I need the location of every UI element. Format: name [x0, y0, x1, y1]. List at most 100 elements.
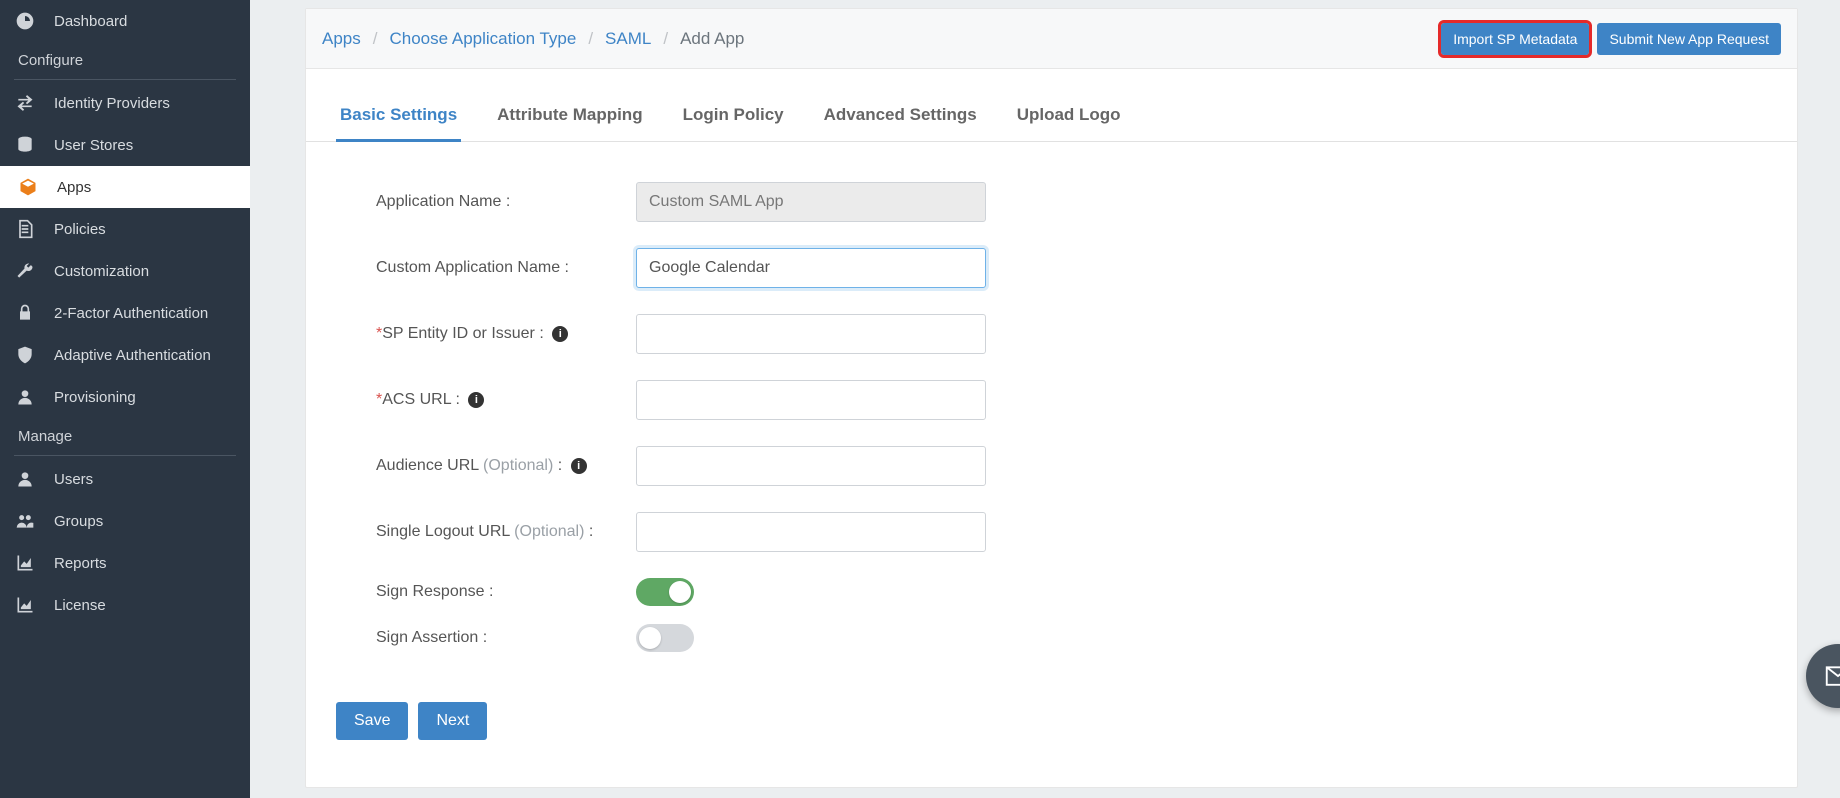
chat-fab[interactable] [1806, 644, 1840, 708]
next-button[interactable]: Next [418, 702, 487, 740]
row-acs-url: *ACS URL : i [336, 380, 1767, 420]
tab-upload-logo[interactable]: Upload Logo [1013, 95, 1125, 142]
label-sp-entity: *SP Entity ID or Issuer : i [336, 325, 636, 343]
header-actions: Import SP Metadata Submit New App Reques… [1441, 23, 1781, 55]
label-text-b: : [584, 523, 593, 540]
sidebar-item-adaptive-auth[interactable]: Adaptive Authentication [0, 334, 250, 376]
tab-basic-settings[interactable]: Basic Settings [336, 95, 461, 142]
breadcrumb: Apps / Choose Application Type / SAML / … [322, 29, 744, 49]
toggle-sign-assertion[interactable] [636, 624, 694, 652]
sidebar-item-provisioning[interactable]: Provisioning [0, 376, 250, 418]
breadcrumb-choose-type[interactable]: Choose Application Type [389, 29, 576, 49]
sidebar-item-apps[interactable]: Apps [0, 166, 250, 208]
tab-attribute-mapping[interactable]: Attribute Mapping [493, 95, 646, 142]
sidebar-item-label: User Stores [54, 137, 133, 154]
sidebar-item-label: Apps [57, 179, 91, 196]
sidebar-item-customization[interactable]: Customization [0, 250, 250, 292]
lock-icon [14, 302, 36, 324]
optional-marker: (Optional) [514, 523, 584, 540]
sidebar-item-label: Adaptive Authentication [54, 347, 211, 364]
label-text-b: : [553, 457, 562, 474]
form: Application Name : Custom Application Na… [306, 142, 1797, 698]
sidebar-section-manage: Manage [0, 418, 250, 453]
input-acs-url[interactable] [636, 380, 986, 420]
row-sign-response: Sign Response : [336, 578, 1767, 606]
database-icon [14, 134, 36, 156]
divider [14, 79, 236, 80]
sidebar-item-label: Reports [54, 555, 107, 572]
sidebar-section-configure: Configure [0, 42, 250, 77]
label-application-name: Application Name : [336, 193, 636, 211]
panel: Apps / Choose Application Type / SAML / … [305, 8, 1798, 788]
breadcrumb-sep: / [588, 29, 593, 49]
label-text-a: Single Logout URL [376, 523, 514, 540]
sidebar-item-users[interactable]: Users [0, 458, 250, 500]
row-sign-assertion: Sign Assertion : [336, 624, 1767, 652]
breadcrumb-current: Add App [680, 29, 744, 49]
label-acs-url: *ACS URL : i [336, 391, 636, 409]
tab-login-policy[interactable]: Login Policy [679, 95, 788, 142]
breadcrumb-saml[interactable]: SAML [605, 29, 651, 49]
save-button[interactable]: Save [336, 702, 408, 740]
toggle-knob [639, 627, 661, 649]
main: Apps / Choose Application Type / SAML / … [250, 0, 1840, 798]
input-audience-url[interactable] [636, 446, 986, 486]
swap-icon [14, 92, 36, 114]
label-audience-url: Audience URL (Optional) : i [336, 457, 636, 475]
panel-header: Apps / Choose Application Type / SAML / … [306, 9, 1797, 69]
sidebar-item-label: Dashboard [54, 13, 127, 30]
row-custom-app-name: Custom Application Name : [336, 248, 1767, 288]
sidebar-item-policies[interactable]: Policies [0, 208, 250, 250]
submit-new-app-button[interactable]: Submit New App Request [1597, 23, 1781, 55]
chart-icon [14, 552, 36, 574]
sidebar-item-label: Customization [54, 263, 149, 280]
box-icon [17, 176, 39, 198]
sidebar: Dashboard Configure Identity Providers U… [0, 0, 250, 798]
tabs: Basic Settings Attribute Mapping Login P… [306, 69, 1797, 142]
sidebar-item-license[interactable]: License [0, 584, 250, 626]
label-slo-url: Single Logout URL (Optional) : [336, 523, 636, 541]
sidebar-item-label: License [54, 597, 106, 614]
breadcrumb-sep: / [373, 29, 378, 49]
row-audience-url: Audience URL (Optional) : i [336, 446, 1767, 486]
user-icon [14, 386, 36, 408]
info-icon[interactable]: i [571, 458, 587, 474]
row-slo-url: Single Logout URL (Optional) : [336, 512, 1767, 552]
wrench-icon [14, 260, 36, 282]
info-icon[interactable]: i [468, 392, 484, 408]
sidebar-item-groups[interactable]: Groups [0, 500, 250, 542]
breadcrumb-apps[interactable]: Apps [322, 29, 361, 49]
toggle-knob [669, 581, 691, 603]
chart-icon [14, 594, 36, 616]
sidebar-item-label: Identity Providers [54, 95, 170, 112]
document-icon [14, 218, 36, 240]
sidebar-item-label: Provisioning [54, 389, 136, 406]
toggle-sign-response[interactable] [636, 578, 694, 606]
shield-icon [14, 344, 36, 366]
sidebar-item-reports[interactable]: Reports [0, 542, 250, 584]
label-text: ACS URL : [382, 391, 460, 408]
sidebar-item-user-stores[interactable]: User Stores [0, 124, 250, 166]
form-actions: Save Next [306, 698, 1797, 744]
label-text: SP Entity ID or Issuer : [382, 325, 544, 342]
info-icon[interactable]: i [552, 326, 568, 342]
users-icon [14, 510, 36, 532]
input-slo-url[interactable] [636, 512, 986, 552]
divider [14, 455, 236, 456]
optional-marker: (Optional) [483, 457, 553, 474]
import-sp-metadata-button[interactable]: Import SP Metadata [1441, 23, 1589, 55]
sidebar-item-2fa[interactable]: 2-Factor Authentication [0, 292, 250, 334]
tab-advanced-settings[interactable]: Advanced Settings [820, 95, 981, 142]
row-application-name: Application Name : [336, 182, 1767, 222]
label-sign-assertion: Sign Assertion : [336, 629, 636, 647]
input-application-name [636, 182, 986, 222]
sidebar-item-label: Policies [54, 221, 106, 238]
input-custom-app-name[interactable] [636, 248, 986, 288]
input-sp-entity[interactable] [636, 314, 986, 354]
sidebar-item-label: 2-Factor Authentication [54, 305, 208, 322]
dashboard-icon [14, 10, 36, 32]
label-sign-response: Sign Response : [336, 583, 636, 601]
mail-icon [1823, 661, 1840, 691]
sidebar-item-dashboard[interactable]: Dashboard [0, 0, 250, 42]
sidebar-item-identity-providers[interactable]: Identity Providers [0, 82, 250, 124]
